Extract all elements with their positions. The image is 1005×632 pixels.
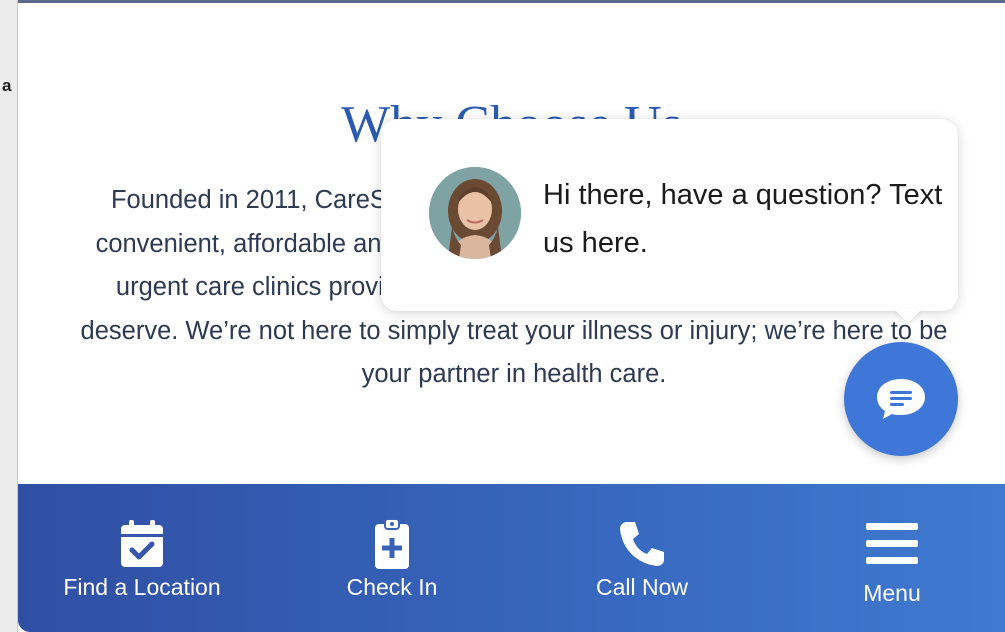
chat-message: Hi there, have a question? Text us here. bbox=[543, 179, 943, 259]
clipboard-plus-icon bbox=[362, 516, 422, 572]
agent-avatar bbox=[429, 167, 521, 259]
agent-photo bbox=[429, 167, 521, 259]
calendar-check-icon bbox=[112, 516, 172, 572]
chat-bubble-icon bbox=[877, 379, 925, 419]
chat-popup[interactable]: Hi there, have a question? Text us here. bbox=[381, 119, 958, 323]
nav-find-location[interactable]: Find a Location bbox=[32, 484, 252, 632]
nav-label: Call Now bbox=[595, 574, 689, 600]
phone-icon bbox=[612, 516, 672, 572]
browser-left-edge: a bbox=[0, 0, 18, 632]
nav-label: Menu bbox=[863, 580, 921, 606]
hamburger-menu-icon bbox=[862, 516, 922, 572]
bottom-navigation-bar: Find a Location Check In Call Now Menu bbox=[18, 484, 1005, 632]
chat-launcher-button[interactable] bbox=[844, 342, 958, 456]
nav-check-in[interactable]: Check In bbox=[282, 484, 502, 632]
nav-call-now[interactable]: Call Now bbox=[532, 484, 752, 632]
chat-popup-tail bbox=[894, 309, 922, 323]
partial-text-fragment: a bbox=[2, 76, 12, 95]
nav-label: Find a Location bbox=[63, 574, 221, 600]
nav-label: Check In bbox=[346, 574, 438, 600]
nav-menu[interactable]: Menu bbox=[782, 484, 1002, 632]
